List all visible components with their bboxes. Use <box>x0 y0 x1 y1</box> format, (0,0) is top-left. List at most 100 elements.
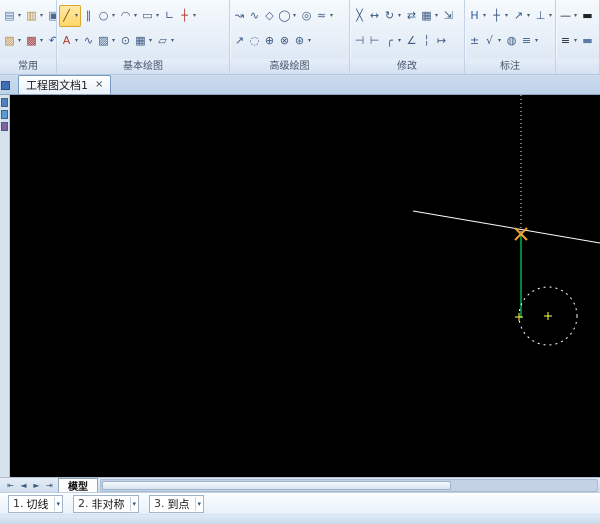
donut-icon[interactable]: ◎ <box>299 5 314 27</box>
copy-icon[interactable]: ▣▾ <box>46 5 56 27</box>
spline-icon[interactable]: ∿ <box>81 30 96 52</box>
dropdown-arrow-icon[interactable]: ▾ <box>547 7 554 25</box>
hatch-icon[interactable]: ▨ ▾ <box>96 30 118 52</box>
parallel-line-icon[interactable]: ∥ <box>81 5 96 27</box>
revision-cloud-icon[interactable]: ◌ <box>247 30 262 52</box>
library-panel-icon[interactable] <box>1 110 8 119</box>
ellipse-icon[interactable]: ◯ ▾ <box>277 5 299 27</box>
workspace-icon[interactable] <box>2 82 9 89</box>
immediate-menu-option-3[interactable]: 3. 到点 ▾ <box>149 494 205 513</box>
dropdown-arrow-icon[interactable]: ▾ <box>38 32 45 50</box>
immediate-menu-option-1[interactable]: 1. 切线 ▾ <box>8 494 64 513</box>
properties-panel-icon[interactable] <box>1 98 8 107</box>
dropdown-arrow-icon[interactable]: ▾ <box>396 7 403 25</box>
symbol-icon[interactable]: ⊛ ▾ <box>292 30 314 52</box>
dropdown-arrow-icon[interactable]: ▾ <box>572 7 579 25</box>
dropdown-arrow-icon[interactable]: ▾ <box>496 32 503 50</box>
lineweight-icon[interactable]: ≡ ▾ <box>558 30 580 52</box>
coordinate-dim-icon[interactable]: ┼ ▾ <box>489 5 511 27</box>
point-icon[interactable]: ⊙ <box>118 30 133 52</box>
circle-icon[interactable]: ○ ▾ <box>96 5 118 27</box>
arrow-icon[interactable]: ↗ <box>232 30 247 52</box>
scale-icon[interactable]: ⇲ <box>441 5 456 27</box>
dropdown-arrow-icon[interactable]: ▾ <box>73 32 80 50</box>
dropdown-arrow-icon[interactable]: ▾ <box>16 32 23 50</box>
break-icon[interactable]: ╎ <box>419 30 434 52</box>
layer-icon[interactable]: ▬ <box>580 30 595 52</box>
line-icon[interactable]: ╱ ▾ <box>59 4 81 27</box>
close-tab-icon[interactable]: × <box>95 80 103 90</box>
dim-edit-icon[interactable]: ≡ ▾ <box>519 30 541 52</box>
mark-point-icon[interactable]: ⊗ <box>277 30 292 52</box>
centerline-icon[interactable]: ┼ ▾ <box>177 5 199 27</box>
leader-icon[interactable]: ↗ ▾ <box>511 5 533 27</box>
array-icon[interactable]: ▦ ▾ <box>419 5 441 27</box>
dimension-icon[interactable]: H ▾ <box>467 5 489 27</box>
dropdown-arrow-icon[interactable]: ▾ <box>191 7 198 25</box>
chamfer-icon[interactable]: ∠ <box>404 30 419 52</box>
dropdown-arrow-icon[interactable]: ▾ <box>147 32 154 50</box>
center-axis-icon[interactable]: ⊕ <box>262 30 277 52</box>
freehand-icon[interactable]: ↝ <box>232 5 247 27</box>
dropdown-arrow-icon[interactable]: ▾ <box>291 7 298 25</box>
table-icon[interactable]: ▦ ▾ <box>133 30 155 52</box>
polyline-icon[interactable]: ∟ <box>162 5 177 27</box>
fillet-icon[interactable]: ╭ ▾ <box>382 30 404 52</box>
immediate-menu-option-2[interactable]: 2. 非对称 ▾ <box>73 494 140 513</box>
polygon-icon[interactable]: ◇ <box>262 5 277 27</box>
stretch-icon[interactable]: ↦ <box>434 30 449 52</box>
line-color-icon[interactable]: ▬ <box>580 5 595 27</box>
dropdown-arrow-icon[interactable]: ▾ <box>129 496 139 511</box>
prev-sheet-icon[interactable]: ◄ <box>17 479 30 492</box>
dropdown-arrow-icon[interactable]: ▾ <box>169 32 176 50</box>
dropdown-arrow-icon[interactable]: ▾ <box>525 7 532 25</box>
dropdown-arrow-icon[interactable]: ▾ <box>306 32 313 50</box>
move-icon[interactable]: ↔ <box>367 5 382 27</box>
new-doc-icon[interactable]: ▤ ▾ <box>2 5 24 27</box>
trim-icon[interactable]: ⊣ <box>352 30 367 52</box>
next-sheet-icon[interactable]: ► <box>30 479 43 492</box>
dropdown-arrow-icon[interactable]: ▾ <box>53 496 63 511</box>
formula-curve-icon[interactable]: ≈ ▾ <box>314 5 336 27</box>
dropdown-arrow-icon[interactable]: ▾ <box>16 7 23 25</box>
block-icon[interactable]: ▱ ▾ <box>155 30 177 52</box>
linetype-icon[interactable]: — ▾ <box>558 5 580 27</box>
wave-line-icon[interactable]: ∿ <box>247 5 262 27</box>
roughness-icon[interactable]: √ ▾ <box>482 30 504 52</box>
mirror-icon[interactable]: ⇄ <box>404 5 419 27</box>
tolerance-icon[interactable]: ± <box>467 30 482 52</box>
dropdown-arrow-icon[interactable]: ▾ <box>154 7 161 25</box>
last-sheet-icon[interactable]: ⇥ <box>43 479 56 492</box>
paste-icon[interactable]: ▥ ▾ <box>24 5 46 27</box>
dropdown-arrow-icon[interactable]: ▾ <box>328 7 335 25</box>
erase-icon[interactable]: ╳ <box>352 5 367 27</box>
rotate-icon[interactable]: ↻ ▾ <box>382 5 404 27</box>
first-sheet-icon[interactable]: ⇤ <box>4 479 17 492</box>
arc-icon[interactable]: ◠ ▾ <box>118 5 140 27</box>
dropdown-arrow-icon[interactable]: ▾ <box>433 7 440 25</box>
open-icon[interactable]: ▨ ▾ <box>2 30 24 52</box>
horizontal-scrollbar[interactable] <box>100 478 598 492</box>
dropdown-arrow-icon[interactable]: ▾ <box>38 7 45 25</box>
dropdown-arrow-icon[interactable]: ▾ <box>194 496 204 511</box>
dropdown-arrow-icon[interactable]: ▾ <box>132 7 139 25</box>
dropdown-arrow-icon[interactable]: ▾ <box>110 32 117 50</box>
dropdown-arrow-icon[interactable]: ▾ <box>481 7 488 25</box>
undo-icon[interactable]: ↶▾ <box>46 30 56 52</box>
dropdown-arrow-icon[interactable]: ▾ <box>503 7 510 25</box>
dropdown-arrow-icon[interactable]: ▾ <box>396 32 403 50</box>
dropdown-arrow-icon[interactable]: ▾ <box>73 7 80 25</box>
document-tab[interactable]: 工程图文档1 × <box>18 75 112 94</box>
dropdown-arrow-icon[interactable]: ▾ <box>572 32 579 50</box>
dropdown-arrow-icon[interactable]: ▾ <box>110 7 117 25</box>
dropdown-arrow-icon[interactable]: ▾ <box>533 32 540 50</box>
rectangle-icon[interactable]: ▭ ▾ <box>140 5 162 27</box>
balloon-icon[interactable]: ◍ <box>504 30 519 52</box>
print-icon[interactable]: ▩ ▾ <box>24 30 46 52</box>
extend-icon[interactable]: ⊢ <box>367 30 382 52</box>
datum-icon[interactable]: ⊥ ▾ <box>533 5 555 27</box>
scrollbar-thumb[interactable] <box>102 480 452 490</box>
model-tab[interactable]: 模型 <box>58 477 98 493</box>
commands-panel-icon[interactable] <box>1 122 8 131</box>
text-icon[interactable]: A ▾ <box>59 30 81 52</box>
